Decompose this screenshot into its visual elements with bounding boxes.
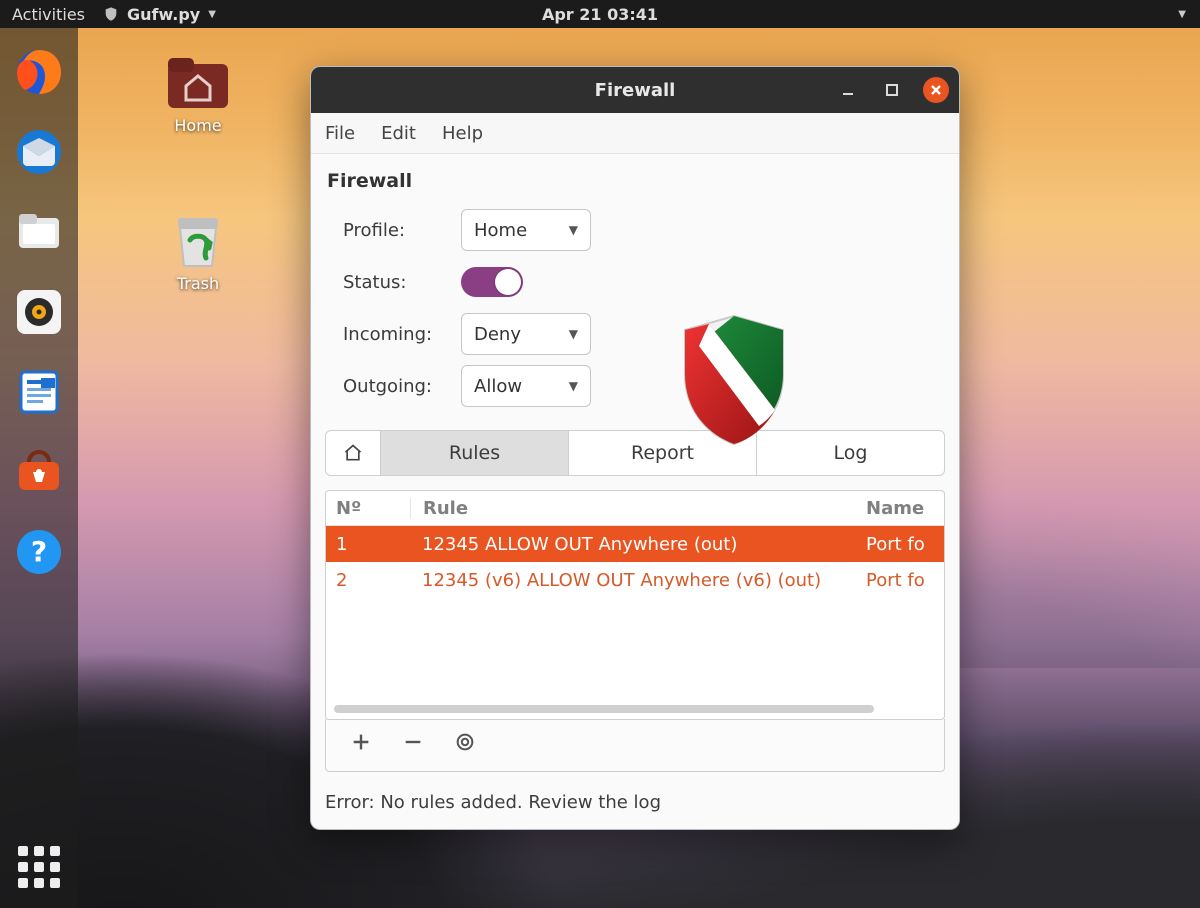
dock-help[interactable]: ? <box>11 524 67 580</box>
chevron-down-icon: ▼ <box>208 9 216 20</box>
chevron-down-icon: ▼ <box>569 327 578 341</box>
incoming-combo[interactable]: Deny ▼ <box>461 313 591 355</box>
status-toggle[interactable] <box>461 267 523 297</box>
app-menu[interactable]: Gufw.py ▼ <box>103 5 216 24</box>
chevron-down-icon: ▼ <box>569 223 578 237</box>
profile-label: Profile: <box>325 220 461 241</box>
rules-table: Nº Rule Name 112345 ALLOW OUT Anywhere (… <box>325 490 945 720</box>
cell-rule: 12345 ALLOW OUT Anywhere (out) <box>410 534 866 555</box>
outgoing-label: Outgoing: <box>325 376 461 397</box>
svg-text:?: ? <box>31 535 47 568</box>
shield-icon <box>679 312 789 448</box>
menu-file[interactable]: File <box>325 123 355 144</box>
firewall-window: Firewall File Edit Help Firewall Profile… <box>310 66 960 830</box>
trash-icon <box>166 212 230 268</box>
menu-help[interactable]: Help <box>442 123 483 144</box>
incoming-label: Incoming: <box>325 324 461 345</box>
table-row[interactable]: 212345 (v6) ALLOW OUT Anywhere (v6) (out… <box>326 562 944 598</box>
tab-rules[interactable]: Rules <box>380 431 568 475</box>
cell-no: 2 <box>326 570 410 591</box>
maximize-button[interactable] <box>879 77 905 103</box>
cell-name: Port fo <box>866 570 944 591</box>
incoming-value: Deny <box>474 324 559 345</box>
outgoing-value: Allow <box>474 376 559 397</box>
dock-software[interactable] <box>11 444 67 500</box>
desktop-icon-trash[interactable]: Trash <box>148 212 248 293</box>
dock-rhythmbox[interactable] <box>11 284 67 340</box>
col-header-rule[interactable]: Rule <box>411 498 866 519</box>
status-label: Status: <box>325 272 461 293</box>
menubar: File Edit Help <box>311 113 959 154</box>
window-title: Firewall <box>595 80 676 101</box>
dock: ? <box>0 28 78 908</box>
desktop-icon-home[interactable]: Home <box>148 54 248 135</box>
settings-button[interactable] <box>454 730 476 760</box>
cell-no: 1 <box>326 534 410 555</box>
show-applications-button[interactable] <box>18 846 60 888</box>
remove-rule-button[interactable] <box>402 730 424 760</box>
add-rule-button[interactable] <box>350 730 372 760</box>
cell-rule: 12345 (v6) ALLOW OUT Anywhere (v6) (out) <box>410 570 866 591</box>
app-menu-label: Gufw.py <box>127 5 200 24</box>
cell-name: Port fo <box>866 534 944 555</box>
section-heading: Firewall <box>327 170 945 192</box>
desktop-icon-label: Home <box>148 116 248 135</box>
chevron-down-icon: ▼ <box>569 379 578 393</box>
dock-libreoffice-writer[interactable] <box>11 364 67 420</box>
table-row[interactable]: 112345 ALLOW OUT Anywhere (out)Port fo <box>326 526 944 562</box>
top-panel: Activities Gufw.py ▼ Apr 21 03:41 ▼ <box>0 0 1200 28</box>
desktop-icon-label: Trash <box>148 274 248 293</box>
chevron-down-icon: ▼ <box>1178 9 1186 20</box>
status-bar: Error: No rules added. Review the log <box>311 778 959 829</box>
dock-firefox[interactable] <box>11 44 67 100</box>
col-header-no[interactable]: Nº <box>326 498 411 519</box>
activities-button[interactable]: Activities <box>12 5 85 24</box>
dock-files[interactable] <box>11 204 67 260</box>
outgoing-combo[interactable]: Allow ▼ <box>461 365 591 407</box>
rules-toolbar <box>325 719 945 772</box>
tabbar: Rules Report Log <box>325 430 945 476</box>
tab-home[interactable] <box>326 431 380 475</box>
dock-thunderbird[interactable] <box>11 124 67 180</box>
horizontal-scrollbar[interactable] <box>334 705 874 713</box>
folder-home-icon <box>166 54 230 110</box>
profile-value: Home <box>474 220 559 241</box>
minimize-button[interactable] <box>835 77 861 103</box>
titlebar[interactable]: Firewall <box>311 67 959 113</box>
desktop: Activities Gufw.py ▼ Apr 21 03:41 ▼ <box>0 0 1200 908</box>
menu-edit[interactable]: Edit <box>381 123 416 144</box>
home-icon <box>343 443 363 463</box>
shield-icon <box>103 6 119 22</box>
close-button[interactable] <box>923 77 949 103</box>
col-header-name[interactable]: Name <box>866 498 944 519</box>
profile-combo[interactable]: Home ▼ <box>461 209 591 251</box>
